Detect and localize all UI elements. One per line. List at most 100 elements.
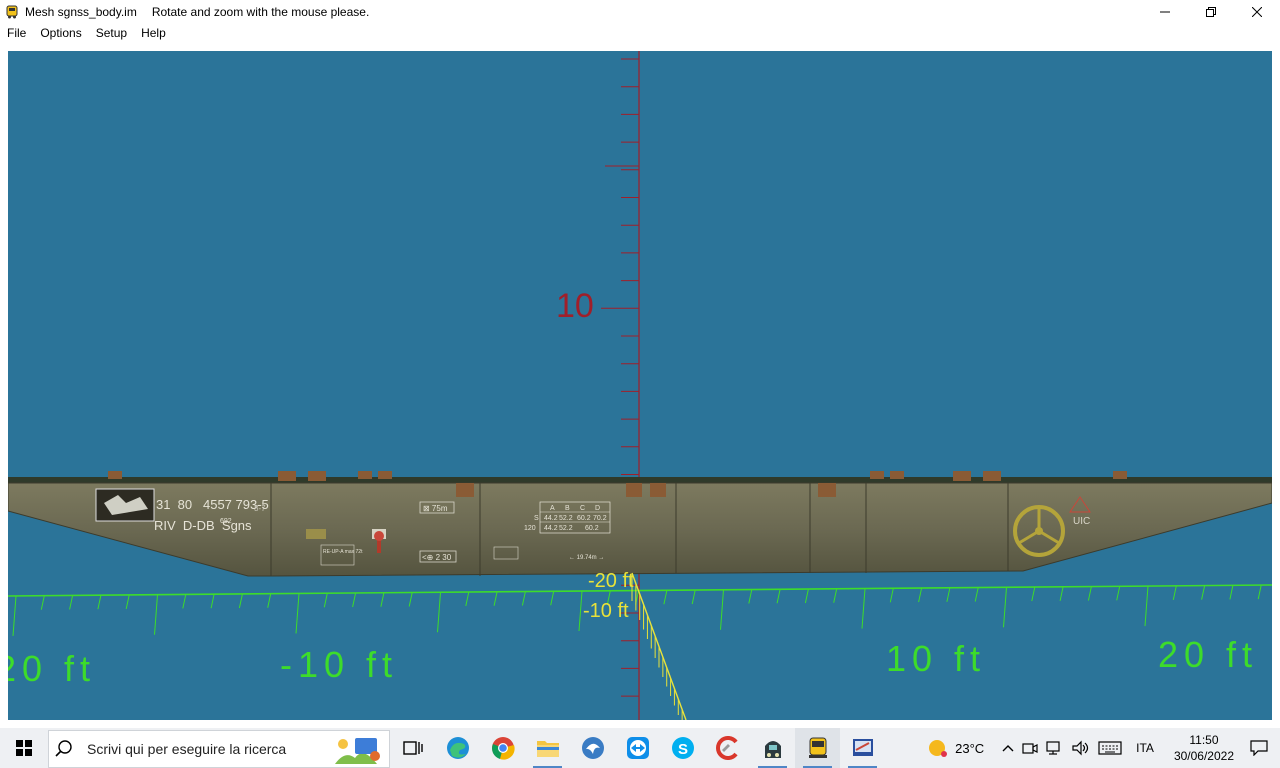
ground-axis-tick xyxy=(521,591,526,606)
ground-axis-tick xyxy=(1257,584,1262,600)
taskbar-edge[interactable] xyxy=(435,728,480,768)
ground-axis-tick xyxy=(833,588,838,603)
tray-meet-now[interactable] xyxy=(1018,728,1042,768)
ground-axis-tick xyxy=(776,589,781,604)
tray-network[interactable] xyxy=(1042,728,1068,768)
taskbar-search[interactable] xyxy=(48,729,390,768)
ground-axis-tick xyxy=(154,594,158,635)
editor-app-icon xyxy=(852,739,873,756)
ground-axis-tick xyxy=(352,592,357,608)
start-button[interactable] xyxy=(0,728,48,768)
ground-axis-tick xyxy=(1003,587,1007,628)
load-row2-label: 120 xyxy=(524,525,536,532)
app-train-icon xyxy=(6,5,18,18)
ground-label-minus10: -10 ft xyxy=(280,644,398,685)
skype-icon: S xyxy=(671,737,694,759)
ground-axis-tick xyxy=(1144,586,1149,627)
ground-axis-tick xyxy=(1229,585,1234,600)
tray-clock[interactable]: 11:50 30/06/2022 xyxy=(1164,728,1244,768)
ground-label-left: 20 ft xyxy=(8,648,96,689)
taskbar-ccleaner[interactable] xyxy=(705,728,750,768)
ground-axis-tick xyxy=(578,590,583,632)
uic-label: UIC xyxy=(1073,516,1090,527)
taskbar-file-explorer[interactable] xyxy=(525,728,570,768)
taskbar-mesh-viewer[interactable] xyxy=(795,728,840,768)
3d-viewport[interactable]: 10 31 80 4557 793-5 RIV D-DB Sgns 692 3-… xyxy=(8,51,1272,720)
search-icon xyxy=(55,739,72,757)
ground-axis-tick xyxy=(1172,585,1177,600)
load-row2-b: 52.2 xyxy=(559,525,573,532)
ground-axis-tick xyxy=(182,594,187,609)
plate-230: <⊕ 2 30 xyxy=(422,553,452,562)
task-view-button[interactable] xyxy=(390,728,435,768)
ground-label-10: 10 ft xyxy=(886,638,986,679)
load-row1-label: S xyxy=(534,515,539,522)
title-bar: Mesh sgnss_body.im Rotate and zoom with … xyxy=(0,0,1280,23)
train-front-icon xyxy=(808,737,827,758)
search-input[interactable] xyxy=(85,739,319,758)
taskbar-teamviewer[interactable] xyxy=(615,728,660,768)
taskbar-skype[interactable]: S xyxy=(660,728,705,768)
camera-icon xyxy=(1022,743,1038,754)
search-highlight-icon xyxy=(335,737,380,764)
restore-icon xyxy=(1206,6,1216,17)
plate-ren: RE-UP-A max 72t xyxy=(323,549,363,555)
minimize-button[interactable] xyxy=(1142,0,1188,23)
ground-axis-tick xyxy=(238,593,243,609)
ground-axis-tick xyxy=(408,592,413,607)
notification-center-button[interactable] xyxy=(1244,728,1280,768)
taskbar-chrome[interactable] xyxy=(480,728,525,768)
load-header-a: A xyxy=(550,505,555,512)
menu-options[interactable]: Options xyxy=(33,23,88,43)
ground-axis-tick xyxy=(69,595,74,610)
taskbar-editor-app[interactable] xyxy=(840,728,885,768)
teamviewer-icon xyxy=(626,737,649,759)
depth-label-minus10: -10 ft xyxy=(583,600,629,622)
ground-axis-tick xyxy=(889,588,894,603)
clock-date: 30/06/2022 xyxy=(1173,749,1234,763)
depth-label-minus20: -20 ft xyxy=(588,570,634,592)
chrome-icon xyxy=(491,737,515,760)
notification-icon xyxy=(1250,740,1268,756)
load-row1-d: 70.2 xyxy=(593,515,607,522)
close-button[interactable] xyxy=(1234,0,1280,23)
taskbar-app-bird[interactable] xyxy=(570,728,615,768)
ground-axis-tick xyxy=(210,594,215,609)
ground-axis-tick xyxy=(861,588,866,629)
restore-button[interactable] xyxy=(1188,0,1234,23)
menu-help[interactable]: Help xyxy=(134,23,173,43)
taskbar-locomotive-app[interactable] xyxy=(750,728,795,768)
locomotive-icon xyxy=(764,741,781,758)
ground-axis-tick xyxy=(295,593,300,634)
length-note: ← 19.74m → xyxy=(569,555,604,561)
wagon-body: 31 80 4557 793-5 RIV D-DB Sgns 692 3-7 ⊠… xyxy=(8,471,1272,577)
window-subtitle: Rotate and zoom with the mouse please. xyxy=(151,4,370,19)
load-header-c: C xyxy=(580,505,585,512)
menu-setup[interactable]: Setup xyxy=(89,23,134,43)
ground-axis-tick xyxy=(97,595,102,610)
plate-75m: ⊠ 75m xyxy=(423,504,448,513)
chevron-up-icon xyxy=(1002,745,1014,752)
weather-temperature: 23°C xyxy=(955,740,985,756)
depth-axis xyxy=(631,572,687,720)
ground-axis-tick xyxy=(493,591,498,606)
ground-axis-tick xyxy=(1087,586,1092,601)
folder-icon xyxy=(536,741,559,757)
ground-axis-tick xyxy=(720,589,724,630)
load-row1-c: 60.2 xyxy=(577,515,591,522)
menu-file[interactable]: File xyxy=(0,23,33,43)
tray-volume[interactable] xyxy=(1068,728,1094,768)
load-header-b: B xyxy=(565,505,570,512)
windows-logo-icon xyxy=(16,740,32,756)
window-controls xyxy=(1142,0,1280,23)
ground-axis-tick xyxy=(380,592,385,607)
minimize-icon xyxy=(1160,11,1170,12)
ground-axis-tick xyxy=(1059,586,1064,601)
tray-language[interactable]: ITA xyxy=(1126,728,1164,768)
scene-canvas[interactable]: 10 31 80 4557 793-5 RIV D-DB Sgns 692 3-… xyxy=(8,51,1272,720)
weather-widget[interactable]: 23°C xyxy=(923,728,988,768)
task-view-icon xyxy=(402,741,423,755)
tray-touch-keyboard[interactable] xyxy=(1094,728,1126,768)
ground-axis-tick xyxy=(12,595,17,636)
tray-overflow-button[interactable] xyxy=(998,728,1018,768)
